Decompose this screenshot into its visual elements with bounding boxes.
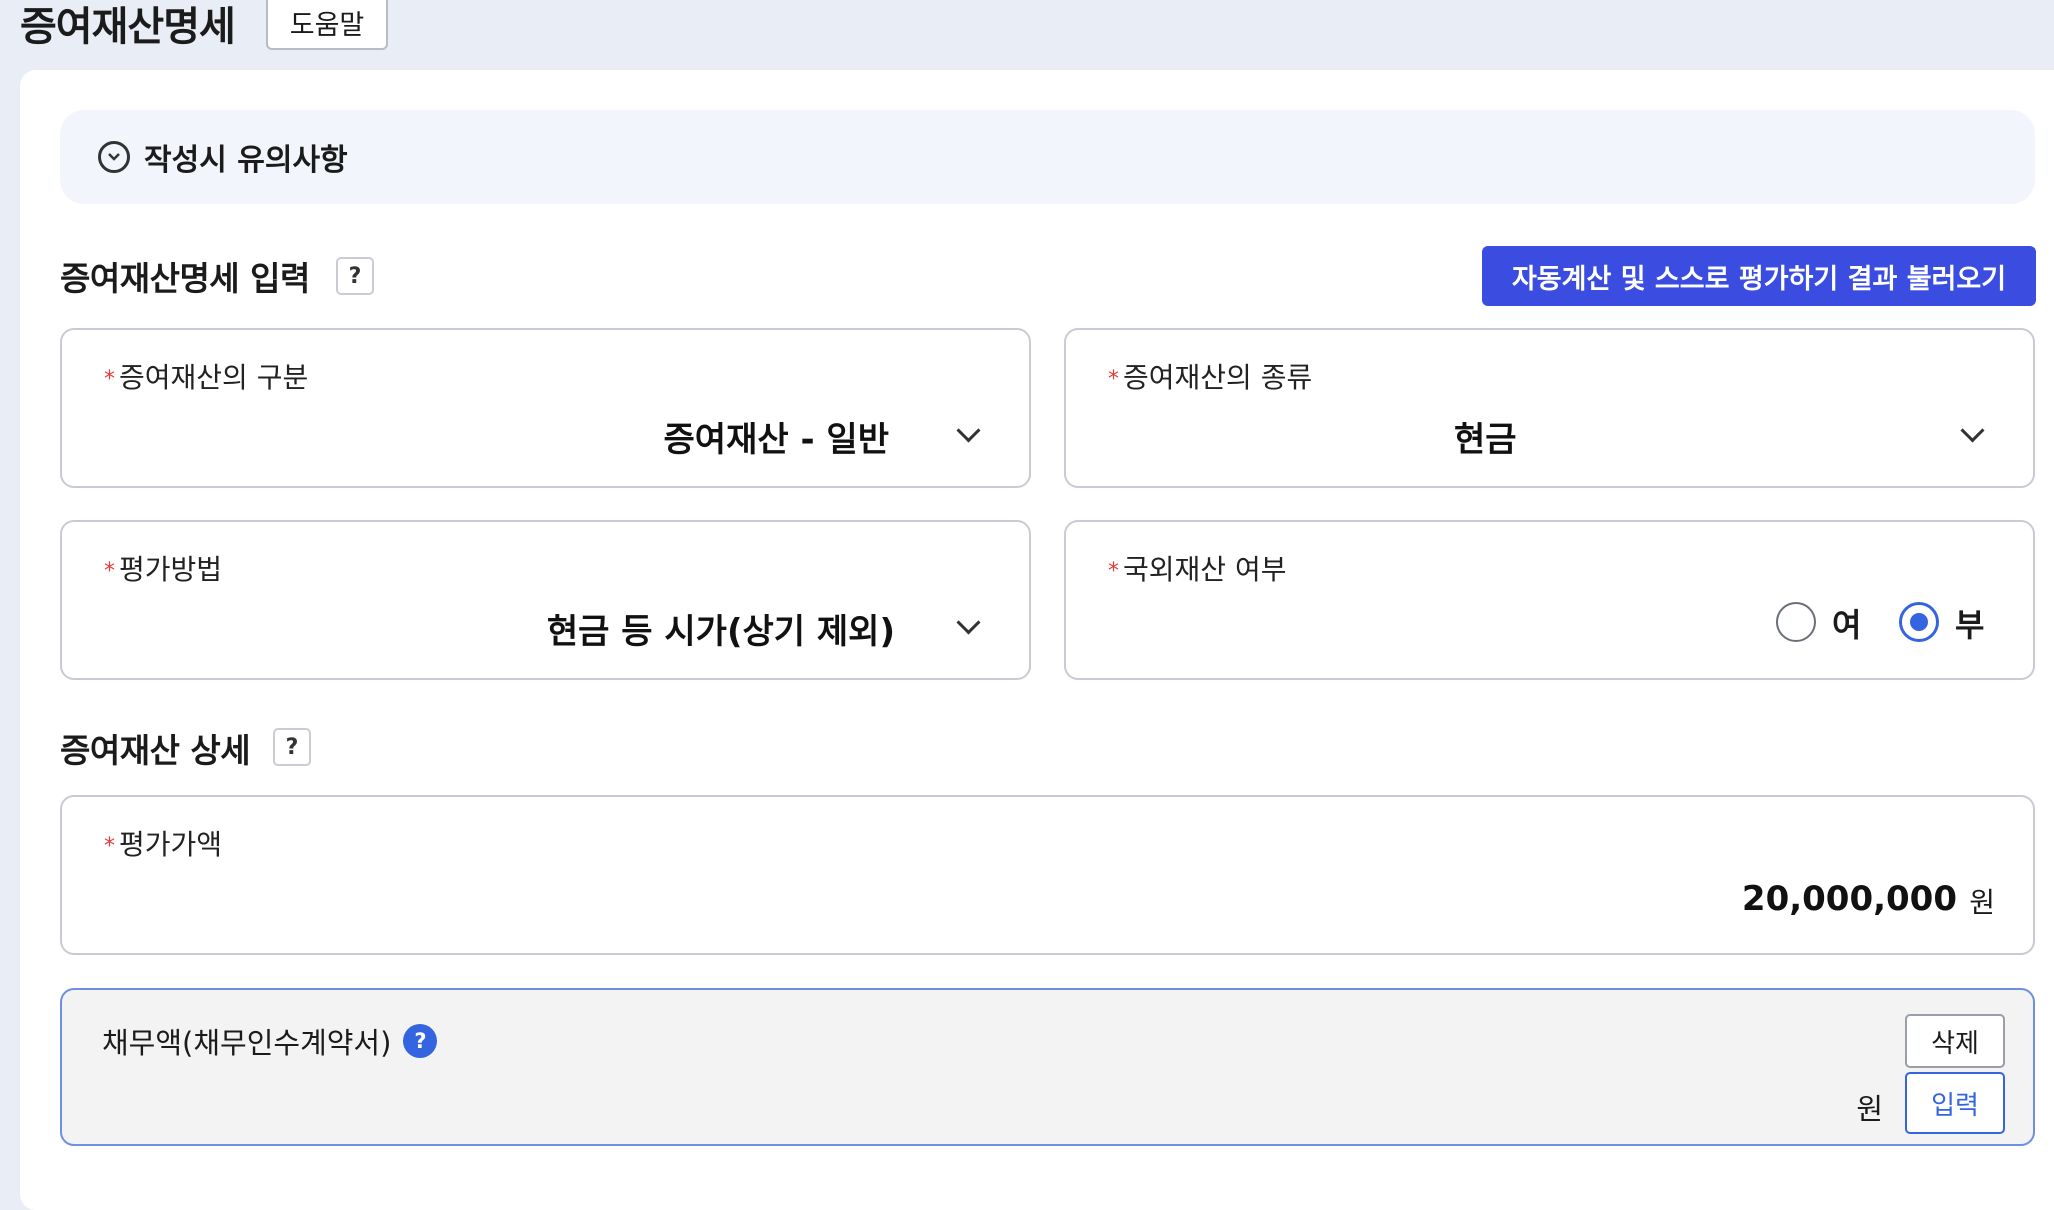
load-results-button[interactable]: 자동계산 및 스스로 평가하기 결과 불러오기 — [1482, 246, 2036, 306]
foreign-asset-field: * 국외재산 여부 여 부 — [1064, 520, 2035, 680]
chevron-down-icon[interactable] — [956, 418, 981, 443]
required-mark: * — [1108, 366, 1119, 392]
amount-value[interactable]: 20,000,000 — [1742, 879, 1957, 919]
amount-field[interactable]: * 평가가액 20,000,000 원 — [60, 795, 2035, 955]
valuation-method-label: * 평가방법 — [104, 553, 223, 586]
required-mark: * — [104, 366, 115, 392]
required-mark: * — [104, 558, 115, 584]
gift-kind-field[interactable]: * 증여재산의 종류 현금 — [1064, 328, 2035, 488]
chevron-down-icon[interactable] — [1960, 418, 1985, 443]
debt-label-row: 채무액(채무인수계약서) ? — [102, 1020, 438, 1062]
notice-toggle[interactable]: 작성시 유의사항 — [60, 110, 2035, 204]
detail-section-title: 증여재산 상세 — [60, 731, 251, 770]
debt-field: 채무액(채무인수계약서) ? 삭제 원 입력 — [60, 988, 2035, 1146]
input-section-help-badge[interactable]: ? — [336, 257, 374, 295]
debt-help-icon[interactable]: ? — [403, 1024, 438, 1058]
foreign-yes-label[interactable]: 여 — [1832, 600, 1861, 646]
foreign-no-label[interactable]: 부 — [1955, 600, 1984, 646]
required-mark: * — [1108, 558, 1119, 584]
foreign-yes-radio[interactable] — [1776, 602, 1816, 642]
amount-unit: 원 — [1969, 886, 1995, 919]
chevron-circle-icon — [98, 141, 130, 173]
gift-category-field[interactable]: * 증여재산의 구분 증여재산 - 일반 — [60, 328, 1031, 488]
help-button[interactable]: 도움말 — [266, 0, 388, 50]
foreign-asset-label: * 국외재산 여부 — [1108, 553, 1287, 586]
debt-unit: 원 — [1856, 1092, 1883, 1126]
gift-category-label: * 증여재산의 구분 — [104, 361, 309, 394]
gift-category-value[interactable]: 증여재산 - 일반 — [664, 412, 889, 461]
delete-button[interactable]: 삭제 — [1905, 1014, 2005, 1068]
detail-section-help-badge[interactable]: ? — [273, 728, 311, 766]
gift-kind-label: * 증여재산의 종류 — [1108, 361, 1313, 394]
valuation-method-field[interactable]: * 평가방법 현금 등 시가(상기 제외) — [60, 520, 1031, 680]
notice-label: 작성시 유의사항 — [144, 143, 348, 178]
amount-label: * 평가가액 — [104, 828, 223, 861]
chevron-down-icon[interactable] — [956, 610, 981, 635]
valuation-method-value[interactable]: 현금 등 시가(상기 제외) — [547, 604, 895, 653]
input-section-title: 증여재산명세 입력 — [60, 259, 310, 298]
gift-kind-value[interactable]: 현금 — [1454, 412, 1517, 461]
required-mark: * — [104, 833, 115, 859]
page-title: 증여재산명세 — [20, 4, 236, 50]
debt-label: 채무액(채무인수계약서) — [102, 1026, 392, 1060]
foreign-no-radio[interactable] — [1899, 602, 1939, 642]
debt-input-button[interactable]: 입력 — [1905, 1072, 2005, 1134]
